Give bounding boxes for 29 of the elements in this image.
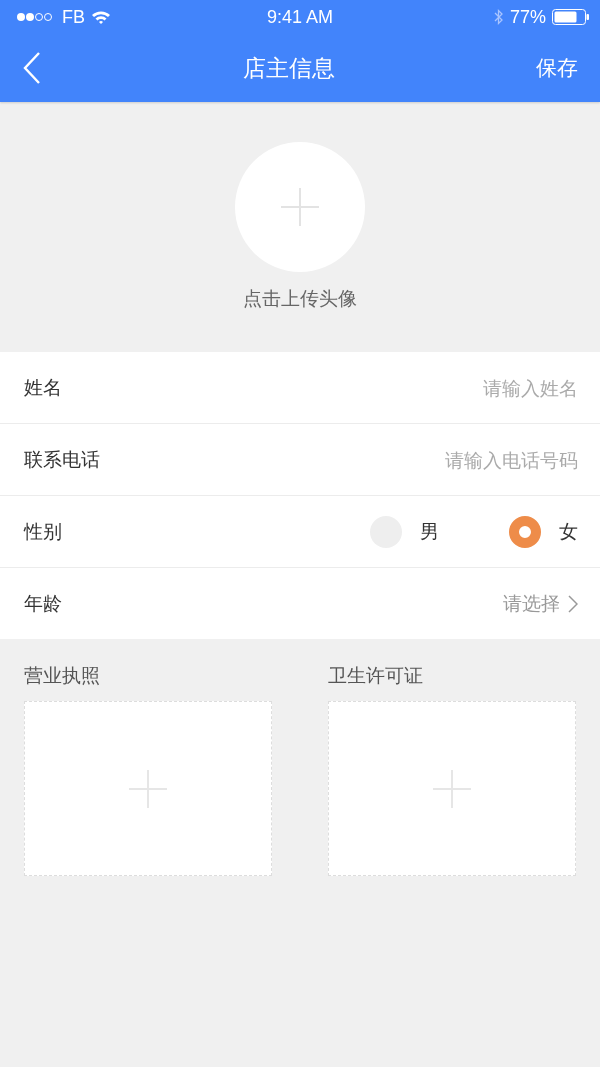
- radio-option[interactable]: 男: [370, 515, 439, 548]
- back-button[interactable]: [22, 51, 42, 85]
- field-label: 联系电话: [24, 446, 100, 472]
- text-field[interactable]: 请输入电话号码: [278, 448, 578, 471]
- option-label: 男: [420, 518, 439, 544]
- upload-label: 营业执照: [24, 663, 101, 688]
- text-field[interactable]: 请输入姓名: [278, 376, 578, 399]
- save-button[interactable]: 保存: [536, 54, 578, 82]
- upload-label: 卫生许可证: [328, 663, 424, 688]
- page-title: 店主信息: [243, 53, 335, 83]
- battery-percent: 77%: [509, 6, 546, 28]
- carrier-name: FB: [62, 6, 85, 28]
- radio-option[interactable]: 女: [509, 515, 578, 548]
- avatar-label: 点击上传头像: [243, 286, 357, 311]
- field-label: 年龄: [24, 590, 62, 616]
- plus-icon: [281, 188, 319, 226]
- battery-icon: [552, 9, 590, 25]
- option-label: 女: [559, 518, 578, 544]
- bluetooth-icon: [493, 8, 504, 26]
- chevron-right-icon: [568, 594, 578, 613]
- field-label: 姓名: [24, 374, 62, 400]
- radio-checked[interactable]: [509, 515, 541, 548]
- field-label: 性别: [24, 518, 62, 544]
- plus-icon: [129, 769, 167, 808]
- image-upload[interactable]: [24, 701, 272, 876]
- status-time: 9:41 AM: [265, 6, 334, 28]
- wifi-icon: [91, 10, 111, 24]
- plus-icon: [433, 769, 471, 808]
- image-upload[interactable]: [328, 701, 576, 876]
